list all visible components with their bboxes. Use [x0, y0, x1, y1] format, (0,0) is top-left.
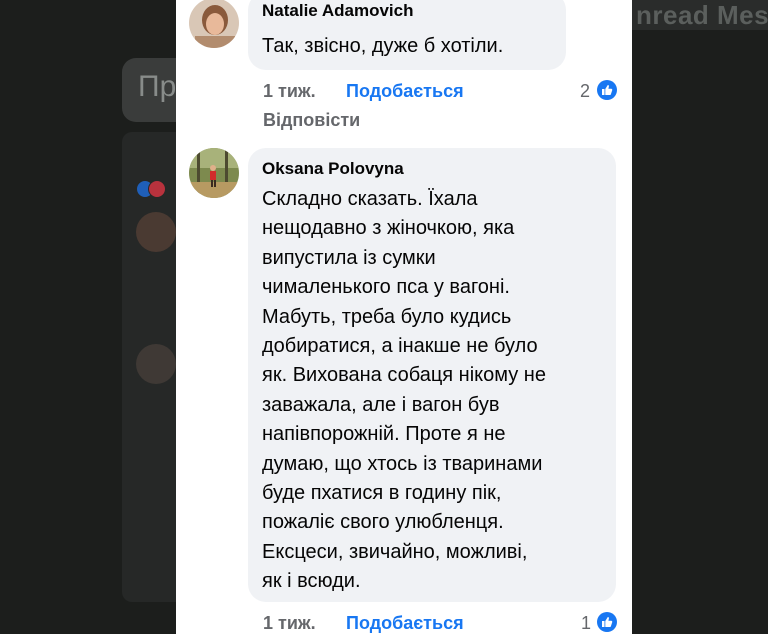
like-count: 2 [580, 81, 591, 101]
comment-text-line: заважала, але і вагон був [262, 393, 500, 416]
comment-timestamp[interactable]: 1 тиж. [263, 81, 316, 102]
reply-button[interactable]: Відповісти [263, 110, 360, 131]
comment-text-line: як і всюди. [262, 570, 361, 593]
like-button[interactable]: Подобається [346, 81, 464, 102]
comment-text: Складно сказать. Їхала нещодавно з жіноч… [262, 185, 546, 597]
like-button[interactable]: Подобається [346, 613, 464, 634]
comment-text-line: добиратися, а інакше не було [262, 335, 538, 358]
comment-text-line: нещодавно з жіночкою, яка [262, 217, 515, 240]
comment-text-line: чималенького пса у вагоні. [262, 276, 510, 299]
comment-text-line: пожаліє свого улюбленця. [262, 511, 504, 534]
comment-author[interactable]: Natalie Adamovich [262, 1, 413, 21]
comment-text-line: Мабуть, треба було кудись [262, 305, 512, 328]
comment-text-line: думаю, що хтось із тваринами [262, 452, 543, 475]
comments-panel: Natalie Adamovich Так, звісно, дуже б хо… [176, 0, 632, 634]
comment-text-line: як. Вихована собаця нікому не [262, 364, 546, 387]
comment-text-line: випустила із сумки [262, 246, 436, 269]
comment-timestamp[interactable]: 1 тиж. [263, 613, 316, 634]
background-reactions [136, 180, 176, 198]
like-count: 1 [581, 613, 592, 633]
thumbs-up-icon [597, 80, 617, 100]
comment-text-line: напівпорожній. Проте я не [262, 423, 506, 446]
comment-bubble: Natalie Adamovich Так, звісно, дуже б хо… [248, 0, 566, 70]
comment-text-line: Складно сказать. Їхала [262, 188, 478, 210]
profile-photo-icon [189, 148, 239, 198]
avatar-oksana-polovyna[interactable] [189, 148, 239, 198]
avatar-natalie-adamovich[interactable] [189, 0, 239, 48]
comment-text-line: буде пхатися в годину пік, [262, 482, 502, 505]
thumbs-up-icon [597, 612, 617, 632]
background-unread-messages-label: nread Mes [636, 0, 768, 30]
comment-bubble: Oksana Polovyna Складно сказать. Їхала н… [248, 148, 616, 602]
comment-text-line: Ексцеси, звичайно, можливі, [262, 540, 528, 563]
background-card-text: Пр [138, 70, 177, 103]
comment-author[interactable]: Oksana Polovyna [262, 159, 404, 179]
background-avatar [136, 212, 176, 252]
profile-photo-icon [189, 0, 239, 48]
love-reaction-icon [148, 180, 166, 198]
comment-text: Так, звісно, дуже б хотіли. [262, 35, 504, 57]
background-avatar [136, 344, 176, 384]
